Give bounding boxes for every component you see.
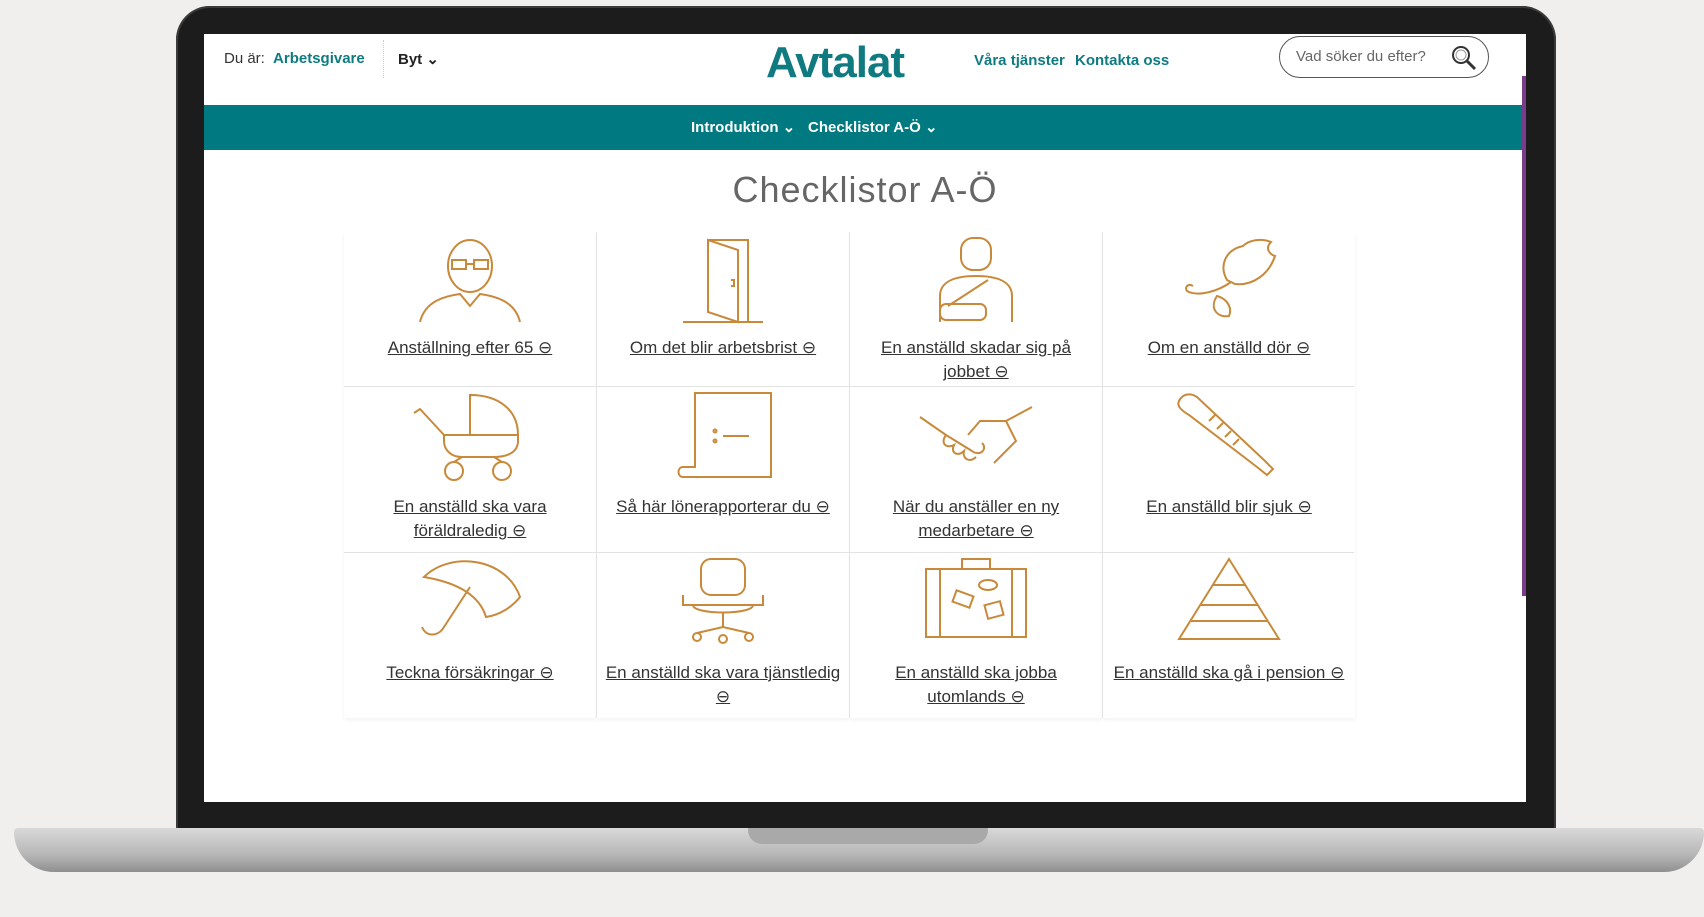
nav-introduktion[interactable]: Introduktion ⌄ [691,118,795,136]
document-scroll-icon [677,392,772,478]
open-door-icon [683,238,763,324]
main-nav: Introduktion ⌄ Checklistor A-Ö ⌄ [204,105,1526,150]
contact-link[interactable]: Kontakta oss [1075,52,1169,69]
office-chair-icon [682,558,764,644]
card-label[interactable]: När du anställer en ny medarbetare ⊖ [858,495,1094,543]
card-lonerapporterar[interactable]: Så här lönerapporterar du ⊖ [597,387,849,552]
injured-person-icon [939,237,1013,322]
card-label[interactable]: En anställd ska vara föräldraledig ⊖ [352,495,588,543]
card-label[interactable]: Om det blir arbetsbrist ⊖ [605,336,841,360]
baby-carriage-icon [413,393,520,481]
search-input[interactable]: Vad söker du efter? [1279,36,1489,78]
card-foraldraledig[interactable]: En anställd ska vara föräldraledig ⊖ [344,387,596,552]
user-context: Du är: Arbetsgivare [224,50,365,67]
card-label[interactable]: Anställning efter 65 ⊖ [352,336,588,360]
rose-icon [1185,238,1277,318]
card-blir-sjuk[interactable]: En anställd blir sjuk ⊖ [1103,387,1355,552]
card-label[interactable]: En anställd ska gå i pension ⊖ [1111,661,1347,685]
site-logo[interactable]: Avtalat [766,38,905,88]
card-label[interactable]: Om en anställd dör ⊖ [1111,336,1347,360]
scrollbar[interactable] [1522,76,1526,596]
context-role-link[interactable]: Arbetsgivare [273,50,365,67]
switch-role-button[interactable]: Byt ⌄ [398,50,439,68]
card-utomlands[interactable]: En anställd ska jobba utomlands ⊖ [850,553,1102,718]
man-with-glasses-icon [419,239,521,323]
card-label[interactable]: Så här lönerapporterar du ⊖ [605,495,841,519]
card-label[interactable]: Teckna försäkringar ⊖ [352,661,588,685]
card-label[interactable]: En anställd ska jobba utomlands ⊖ [858,661,1094,709]
site-header: Du är: Arbetsgivare Byt ⌄ Avtalat Våra t… [204,34,1526,105]
card-ny-medarbetare[interactable]: När du anställer en ny medarbetare ⊖ [850,387,1102,552]
card-tjanstledig[interactable]: En anställd ska vara tjänstledig ⊖ [597,553,849,718]
column-divider [849,232,850,718]
laptop-notch [748,828,988,844]
page-title: Checklistor A-Ö [732,169,998,210]
suitcase-icon [925,558,1027,638]
browser-screen: Du är: Arbetsgivare Byt ⌄ Avtalat Våra t… [204,34,1526,802]
card-label[interactable]: En anställd blir sjuk ⊖ [1111,495,1347,519]
nav-checklistor[interactable]: Checklistor A-Ö ⌄ [808,118,938,136]
card-pension[interactable]: En anställd ska gå i pension ⊖ [1103,553,1355,718]
card-label[interactable]: En anställd skadar sig på jobbet ⊖ [858,336,1094,384]
header-divider [383,40,385,78]
handshake-icon [919,406,1033,464]
card-anstalld-dor[interactable]: Om en anställd dör ⊖ [1103,232,1355,386]
search-placeholder: Vad söker du efter? [1296,48,1426,65]
services-link[interactable]: Våra tjänster [974,52,1065,69]
card-label[interactable]: En anställd ska vara tjänstledig ⊖ [605,661,841,709]
card-forsakringar[interactable]: Teckna försäkringar ⊖ [344,553,596,718]
column-divider [596,232,597,718]
card-arbetsbrist[interactable]: Om det blir arbetsbrist ⊖ [597,232,849,386]
pyramid-icon [1177,557,1281,640]
search-icon[interactable] [1450,44,1478,72]
context-prefix: Du är: [224,50,265,67]
card-anstallning-efter-65[interactable]: Anställning efter 65 ⊖ [344,232,596,386]
umbrella-icon [421,560,522,636]
column-divider [1102,232,1103,718]
thermometer-icon [1177,393,1275,477]
card-skadar-sig[interactable]: En anställd skadar sig på jobbet ⊖ [850,232,1102,386]
